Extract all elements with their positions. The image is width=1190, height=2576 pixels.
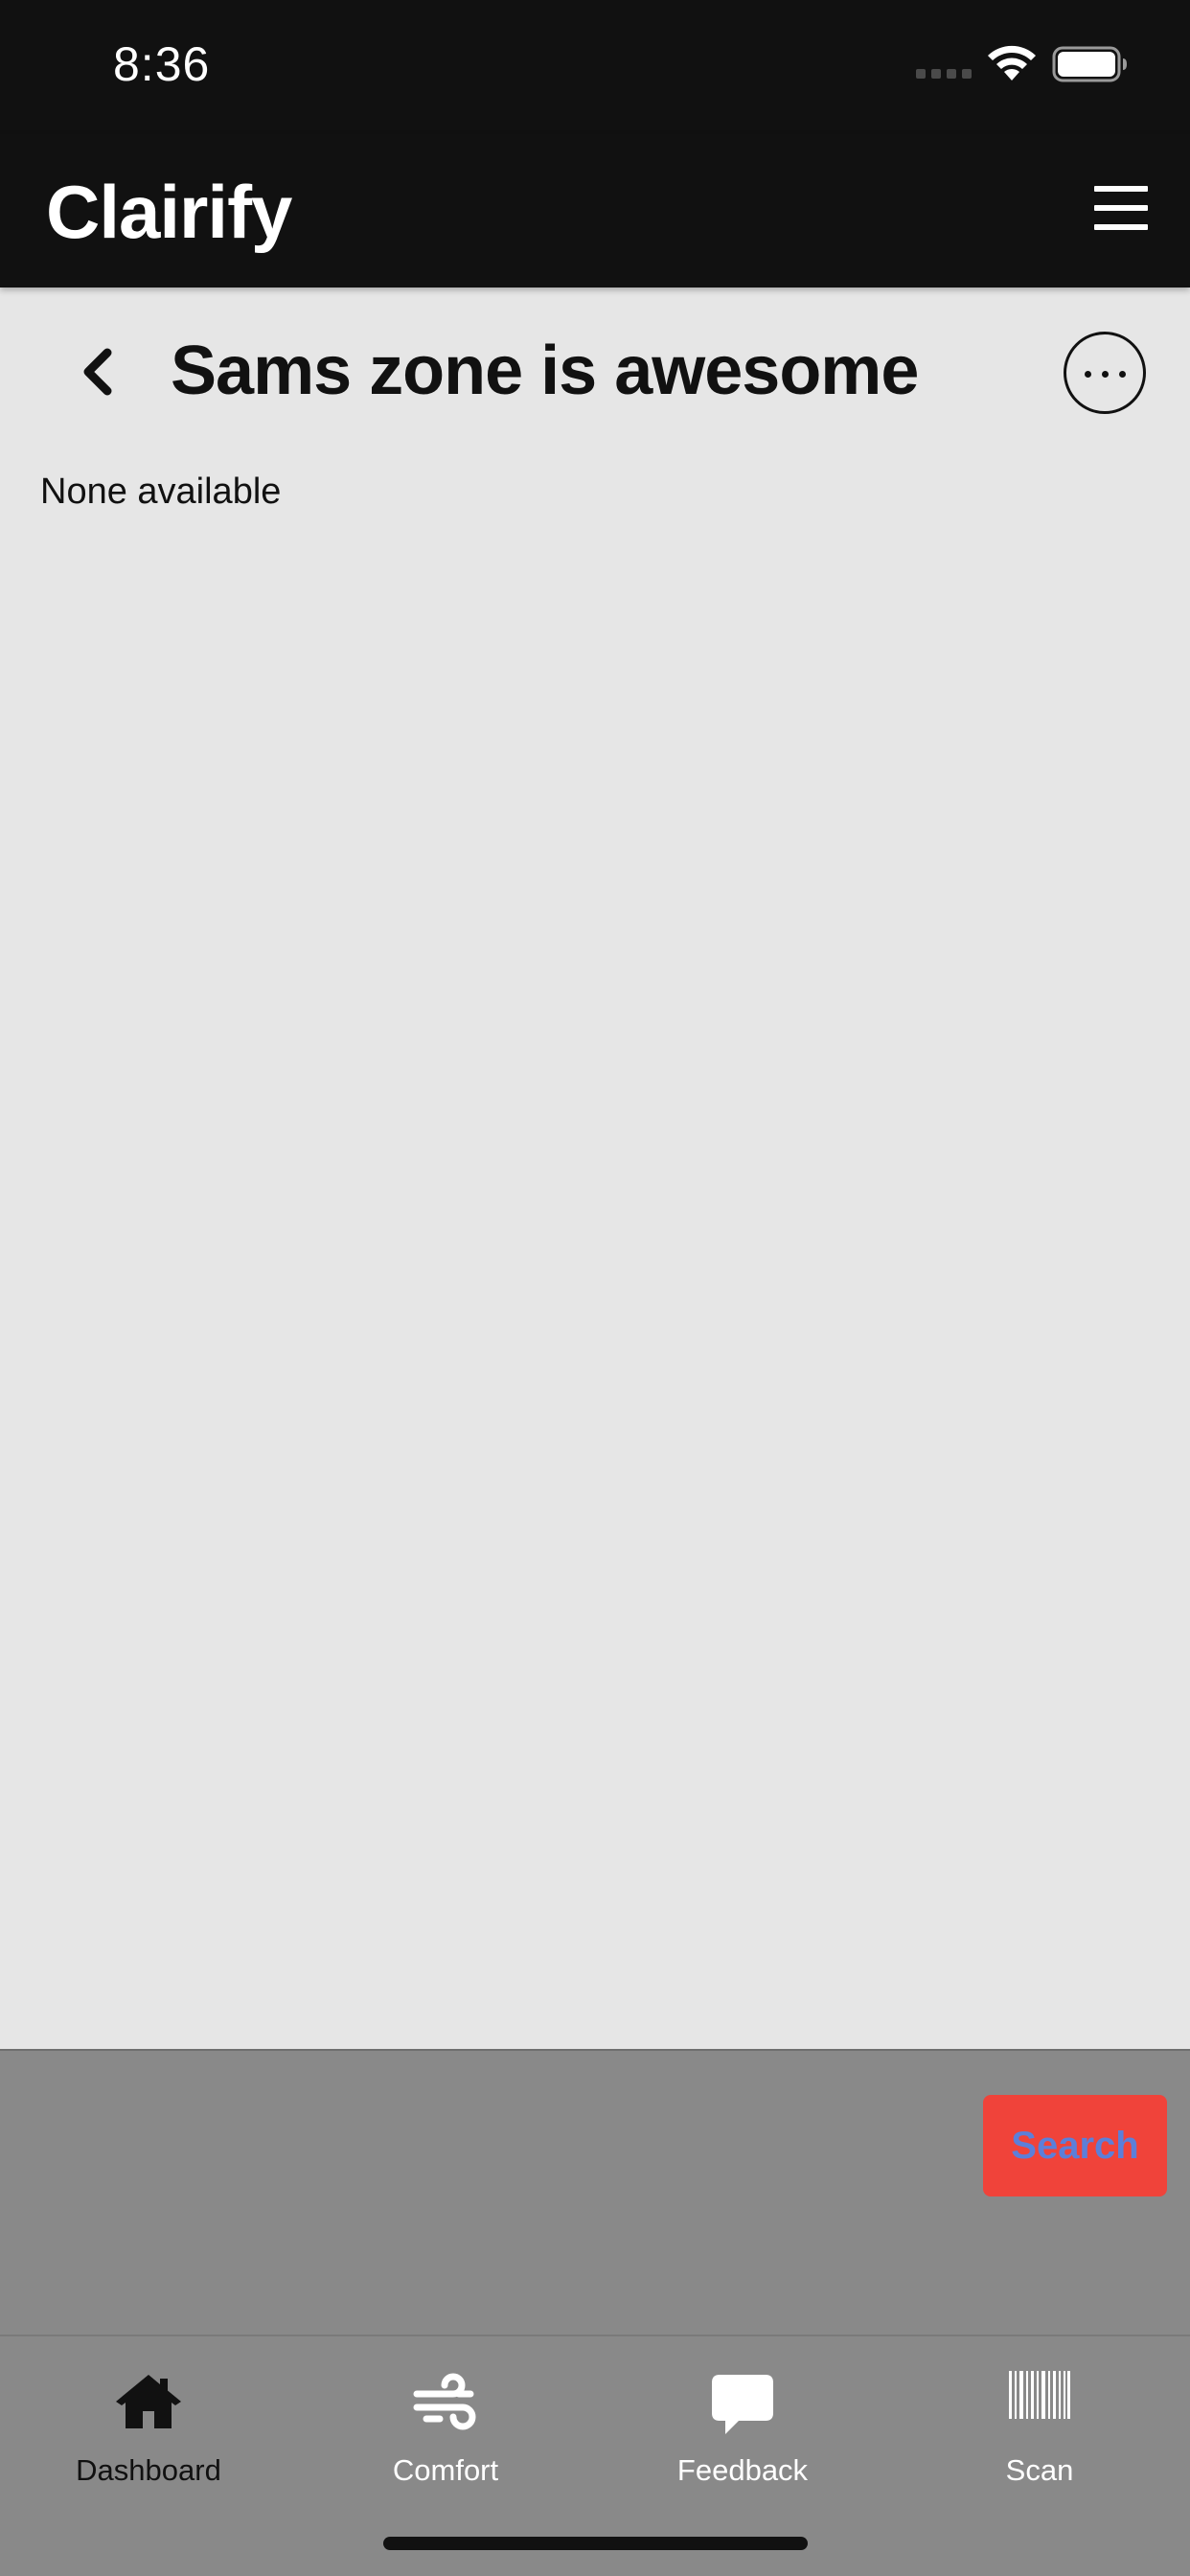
tab-label: Feedback (676, 2453, 809, 2487)
ellipsis-icon-dot (1119, 371, 1126, 378)
tab-label: Dashboard (76, 2453, 221, 2487)
tab-comfort[interactable]: Comfort (297, 2356, 594, 2509)
ellipsis-icon-dot (1085, 371, 1091, 378)
ellipsis-icon-dot (1102, 371, 1109, 378)
hamburger-icon-line (1094, 224, 1148, 230)
search-panel: Search (0, 2049, 1190, 2336)
barcode-icon (1009, 2371, 1070, 2419)
home-icon (116, 2375, 181, 2428)
app-header: Clairify (0, 134, 1190, 288)
chevron-left-icon (83, 348, 112, 396)
app-title: Clairify (46, 170, 292, 254)
tab-dashboard[interactable]: Dashboard (0, 2356, 297, 2509)
status-bar: 8:36 (0, 0, 1190, 134)
page-title: Sams zone is awesome (171, 333, 919, 409)
search-button[interactable]: Search (983, 2095, 1167, 2196)
cellular-signal-icon (916, 69, 972, 79)
home-indicator[interactable] (383, 2537, 808, 2550)
chat-bubble-icon (712, 2375, 773, 2434)
back-button[interactable] (63, 334, 140, 410)
battery-icon (1052, 46, 1127, 82)
tab-label: Comfort (392, 2453, 499, 2487)
wind-icon (413, 2373, 476, 2430)
tab-label: Scan (1005, 2453, 1074, 2487)
hamburger-menu-button[interactable] (1085, 186, 1157, 238)
hamburger-icon-line (1094, 205, 1148, 211)
status-time: 8:36 (113, 37, 211, 91)
hamburger-icon-line (1094, 186, 1148, 192)
tab-scan[interactable]: Scan (891, 2356, 1188, 2509)
wifi-icon (988, 45, 1036, 80)
app-screen: 8:36 Clairify Sams zone is awesome None … (0, 0, 1190, 2576)
empty-state-message: None available (40, 472, 282, 512)
tab-feedback[interactable]: Feedback (594, 2356, 891, 2509)
more-options-button[interactable] (1064, 332, 1146, 414)
